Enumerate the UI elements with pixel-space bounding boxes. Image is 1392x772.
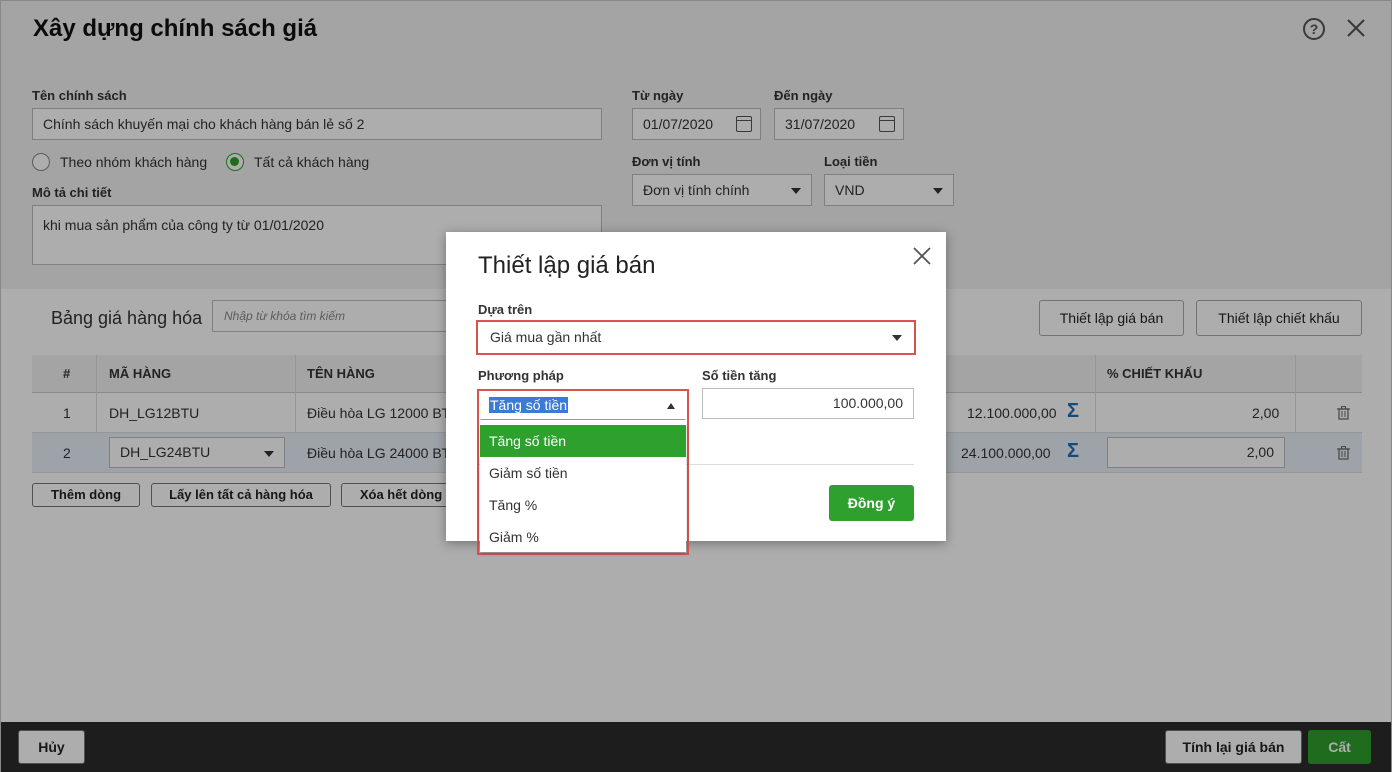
based-on-select[interactable]: Giá mua gần nhất <box>479 323 913 352</box>
ok-button[interactable]: Đồng ý <box>829 485 914 521</box>
amount-input[interactable]: 100.000,00 <box>702 388 914 419</box>
method-option-increase-percent[interactable]: Tăng % <box>480 489 686 521</box>
amount-value: 100.000,00 <box>832 395 903 411</box>
based-on-label: Dựa trên <box>478 302 533 317</box>
based-on-value: Giá mua gần nhất <box>490 329 602 345</box>
method-label: Phương pháp <box>478 368 564 383</box>
close-icon[interactable] <box>912 246 932 266</box>
chevron-down-icon <box>892 335 902 341</box>
chevron-up-icon <box>667 403 675 409</box>
amount-label: Số tiền tăng <box>702 368 777 383</box>
method-option-decrease-amount[interactable]: Giảm số tiền <box>480 457 686 489</box>
dialog-title: Thiết lập giá bán <box>478 252 656 279</box>
method-option-increase-amount[interactable]: Tăng số tiền <box>480 425 686 457</box>
method-value: Tăng số tiền <box>489 397 569 413</box>
method-options-list: Tăng số tiền Giảm số tiền Tăng % Giảm % <box>480 424 686 552</box>
method-option-decrease-percent[interactable]: Giảm % <box>480 521 686 553</box>
method-select[interactable]: Tăng số tiền <box>480 392 686 420</box>
